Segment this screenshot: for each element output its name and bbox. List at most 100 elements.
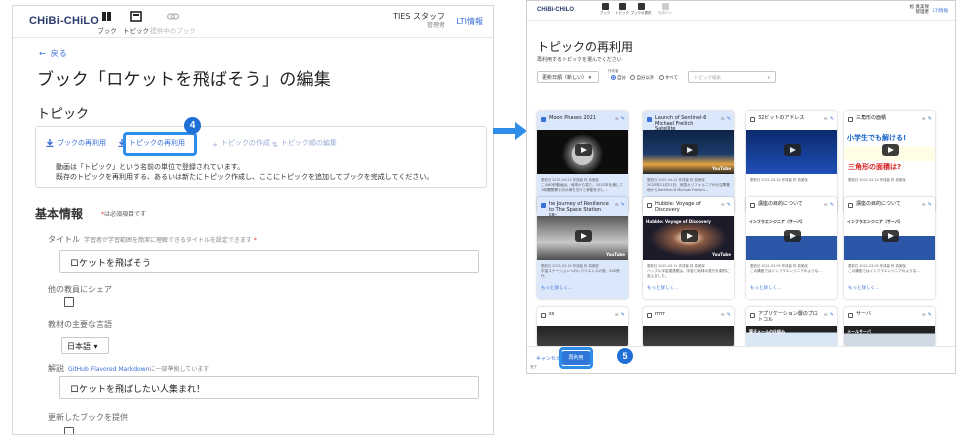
edit-pencil-icon[interactable]: ✎ (830, 202, 834, 208)
app-logo-small[interactable]: CHiBi-CHiLO (537, 7, 574, 13)
topic-checkbox[interactable] (647, 313, 652, 318)
topic-checkbox[interactable] (750, 203, 755, 208)
topic-card-meta: 更新日 2021.03.11 作成者 鈴 真美保 (647, 264, 705, 268)
topic-card[interactable]: サーバ ∞ ✎ メールサーバ (844, 307, 935, 347)
edit-pencil-icon[interactable]: ✎ (830, 116, 834, 122)
topic-card[interactable]: アプリケーション層のプロトコル ∞ ✎ 電子メールの仕組み (746, 307, 837, 347)
topic-card[interactable]: 講座の目的について ∞ ✎ インフラエンジニア（サーバ） 更新日 2021.03.09 … (746, 197, 837, 299)
language-select[interactable]: 日本語 ▾ (61, 337, 109, 354)
share-users-icon[interactable]: ∞ (922, 202, 926, 208)
share-users-icon[interactable]: ∞ (615, 116, 619, 122)
topic-video-thumbnail[interactable]: 小学生でも解ける! 三角形の面積は? (844, 130, 935, 174)
play-icon[interactable] (575, 230, 592, 242)
share-users-icon[interactable]: ∞ (721, 202, 725, 208)
topic-card[interactable]: rrrrr ∞ ✎ (643, 307, 734, 347)
markdown-link[interactable]: GitHub Flavored Markdown (68, 366, 149, 373)
play-icon[interactable] (882, 144, 899, 156)
cancel-button[interactable]: キャンセル (536, 355, 561, 362)
user-menu[interactable]: TIES スタッフ 管理者 (393, 12, 445, 30)
topic-video-thumbnail[interactable]: YouTube (537, 216, 628, 260)
topic-card[interactable]: Hubble: Voyage of Discovery ∞ ✎ Hubble: Voy… (643, 197, 734, 299)
lti-info-link[interactable]: LTI情報 (456, 16, 483, 27)
edit-pencil-icon[interactable]: ✎ (621, 202, 625, 208)
topic-checkbox[interactable] (541, 117, 546, 122)
play-icon[interactable] (784, 230, 801, 242)
user-menu-small[interactable]: 松 真美保 管理者 (910, 5, 929, 15)
topic-video-thumbnail[interactable]: メールサーバ (844, 326, 935, 347)
topic-checkbox[interactable] (647, 117, 652, 122)
share-users-icon[interactable]: ∞ (615, 202, 619, 208)
edit-pencil-icon[interactable]: ✎ (727, 312, 731, 318)
topic-checkbox[interactable] (848, 203, 853, 208)
reuse-book-button[interactable]: ブックの再利用 (46, 138, 106, 149)
play-icon[interactable] (575, 144, 592, 156)
share-users-icon[interactable]: ∞ (721, 116, 725, 122)
topic-card-more-link[interactable]: もっと詳しく... (848, 285, 879, 291)
radio-others[interactable]: 自分以外 (627, 75, 654, 81)
topic-video-thumbnail[interactable] (537, 130, 628, 174)
topic-video-thumbnail[interactable]: インフラエンジニア（サーバ） (746, 216, 837, 260)
description-input[interactable]: ロケットを飛ばしたい人集まれ！ (59, 376, 479, 399)
topic-card-more-link[interactable]: もっと詳しく... (750, 285, 781, 291)
topic-card[interactable]: ss ∞ ✎ (537, 307, 628, 347)
share-users-icon[interactable]: ∞ (824, 312, 828, 318)
play-icon[interactable] (784, 144, 801, 156)
share-users-icon[interactable]: ∞ (922, 312, 926, 318)
edit-pencil-icon[interactable]: ✎ (928, 312, 932, 318)
edit-pencil-icon[interactable]: ✎ (621, 312, 625, 318)
user-role-small: 管理者 (915, 10, 930, 15)
topic-video-thumbnail[interactable] (537, 326, 628, 347)
create-topic-button[interactable]: + トピックの作成 (212, 138, 270, 149)
topic-video-thumbnail[interactable] (643, 326, 734, 347)
share-users-icon[interactable]: ∞ (824, 202, 828, 208)
topic-checkbox[interactable] (750, 117, 755, 122)
nav-provided-books[interactable]: 提供中のブック (146, 9, 200, 35)
share-users-icon[interactable]: ∞ (615, 312, 619, 318)
edit-pencil-icon[interactable]: ✎ (727, 116, 731, 122)
nav-enrolled-small[interactable]: 受講中の (654, 3, 676, 16)
topic-video-thumbnail[interactable]: Hubble: Voyage of Discovery YouTube (643, 216, 734, 260)
edit-pencil-icon[interactable]: ✎ (928, 202, 932, 208)
edit-pencil-icon[interactable]: ✎ (727, 202, 731, 208)
lti-info-link-small[interactable]: LTI情報 (933, 8, 948, 14)
sort-select[interactable]: 更新日順（新しい） ▾ (537, 71, 599, 83)
play-icon[interactable] (681, 230, 698, 242)
topic-card-meta: 更新日 2021.03.09 作成者 鈴 真美保 (750, 264, 808, 268)
topic-card[interactable]: 講座の目的について ∞ ✎ インフラエンジニア（サーバ） 更新日 2021.03.09 … (844, 197, 935, 299)
back-link[interactable]: ← 戻る (39, 48, 67, 59)
topic-checkbox[interactable] (848, 313, 853, 318)
nav-provide-small[interactable]: ブックの提供 (630, 3, 652, 16)
share-users-icon[interactable]: ∞ (824, 116, 828, 122)
radio-mine[interactable]: 自分 (608, 75, 626, 81)
topic-video-thumbnail[interactable]: 電子メールの仕組み (746, 326, 837, 347)
edit-topic-order-button[interactable]: ⇅ トピック順の編集 (272, 138, 337, 149)
topic-checkbox[interactable] (750, 313, 755, 318)
topic-card-header: Moon Phases 2021 ∞ ✎ (541, 115, 627, 131)
download-icon (46, 139, 54, 149)
app-logo[interactable]: CHiBi-CHiLO (29, 15, 99, 27)
topic-search-input[interactable]: トピック検索 ⌕ (688, 71, 776, 83)
topic-card[interactable]: he Journey of Resilience to The Space St… (537, 197, 628, 299)
nav-book[interactable]: ブック (93, 9, 121, 35)
topic-card-more-link[interactable]: もっと詳しく... (541, 285, 572, 291)
topic-checkbox[interactable] (541, 203, 546, 208)
play-icon[interactable] (681, 144, 698, 156)
edit-pencil-icon[interactable]: ✎ (830, 312, 834, 318)
topic-checkbox[interactable] (541, 313, 546, 318)
topic-video-thumbnail[interactable]: YouTube (643, 130, 734, 174)
topic-video-thumbnail[interactable] (746, 130, 837, 174)
topic-card-more-link[interactable]: もっと詳しく... (647, 285, 678, 291)
share-checkbox[interactable] (64, 297, 74, 307)
play-icon[interactable] (882, 230, 899, 242)
topic-card-header: 講座の目的について ∞ ✎ (848, 201, 934, 217)
radio-all[interactable]: すべて (656, 75, 678, 81)
provide-checkbox[interactable] (64, 427, 74, 434)
share-users-icon[interactable]: ∞ (922, 116, 926, 122)
title-input[interactable]: ロケットを飛ばそう (59, 250, 479, 273)
edit-pencil-icon[interactable]: ✎ (928, 116, 932, 122)
share-users-icon[interactable]: ∞ (721, 312, 725, 318)
topic-checkbox[interactable] (647, 203, 652, 208)
edit-pencil-icon[interactable]: ✎ (621, 116, 625, 122)
topic-video-thumbnail[interactable]: インフラエンジニア（サーバ） (844, 216, 935, 260)
topic-checkbox[interactable] (848, 117, 853, 122)
